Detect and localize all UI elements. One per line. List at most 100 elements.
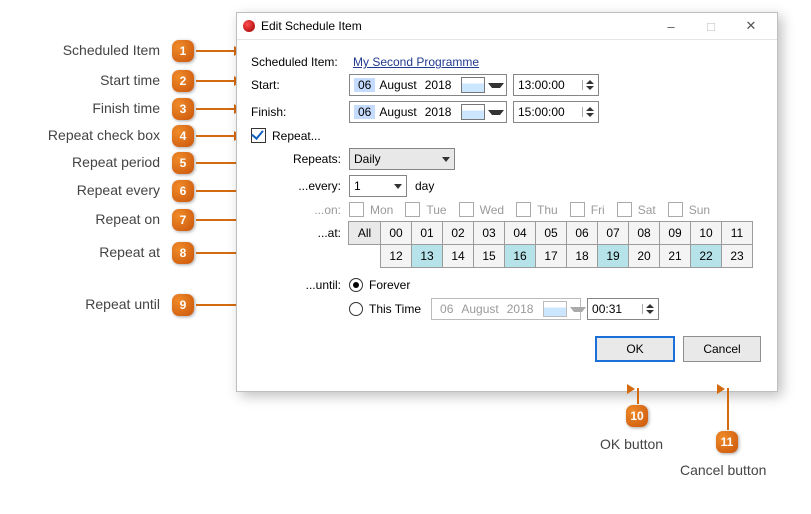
every-label: ...every: (277, 179, 349, 193)
hour-06[interactable]: 06 (566, 221, 598, 245)
callout-finish-time: Finish time (0, 100, 160, 116)
titlebar: Edit Schedule Item – □ ✕ (237, 13, 777, 40)
hour-18[interactable]: 18 (566, 244, 598, 268)
mon-checkbox (349, 202, 364, 217)
hour-02[interactable]: 02 (442, 221, 474, 245)
calendar-icon[interactable] (461, 77, 485, 93)
every-unit: day (415, 179, 434, 193)
cancel-button[interactable]: Cancel (683, 336, 761, 362)
every-select[interactable]: 1 (349, 175, 407, 197)
badge-2: 2 (172, 70, 194, 92)
finish-month[interactable]: August (375, 105, 420, 119)
start-month[interactable]: August (375, 78, 420, 92)
chevron-down-icon[interactable] (488, 110, 504, 115)
wed-label: Wed (480, 203, 504, 217)
start-year[interactable]: 2018 (421, 78, 456, 92)
hour-10[interactable]: 10 (690, 221, 722, 245)
chevron-down-icon[interactable] (394, 184, 402, 189)
callout-start-time: Start time (0, 72, 160, 88)
mon-label: Mon (370, 203, 393, 217)
hour-00[interactable]: 00 (380, 221, 412, 245)
scheduled-item-link[interactable]: My Second Programme (353, 55, 479, 69)
finish-time-spinner[interactable] (582, 107, 594, 117)
fri-label: Fri (591, 203, 605, 217)
callout-repeat-on: Repeat on (0, 211, 160, 227)
badge-4: 4 (172, 125, 194, 147)
tue-label: Tue (426, 203, 446, 217)
until-forever-label: Forever (369, 278, 410, 292)
callout-repeat-until: Repeat until (0, 296, 160, 312)
calendar-icon (543, 301, 567, 317)
until-time-field[interactable]: 00:31 (587, 298, 659, 320)
wed-checkbox (459, 202, 474, 217)
start-time-spinner[interactable] (582, 80, 594, 90)
hour-22[interactable]: 22 (690, 244, 722, 268)
days-of-week: Mon Tue Wed Thu Fri Sat Sun (349, 202, 710, 217)
thu-label: Thu (537, 203, 558, 217)
hour-05[interactable]: 05 (535, 221, 567, 245)
minimize-button[interactable]: – (651, 14, 691, 38)
hour-09[interactable]: 09 (659, 221, 691, 245)
repeats-select[interactable]: Daily (349, 148, 455, 170)
until-forever-radio[interactable] (349, 278, 363, 292)
finish-time-field[interactable]: 15:00:00 (513, 101, 599, 123)
callout-repeat-period: Repeat period (0, 154, 160, 170)
hour-14[interactable]: 14 (442, 244, 474, 268)
badge-11: 11 (716, 431, 738, 453)
until-time-value: 00:31 (592, 302, 622, 316)
badge-10: 10 (626, 405, 648, 427)
finish-label: Finish: (251, 105, 349, 119)
start-time-field[interactable]: 13:00:00 (513, 74, 599, 96)
scheduled-item-label: Scheduled Item: (251, 55, 349, 69)
sun-checkbox (668, 202, 683, 217)
hour-07[interactable]: 07 (597, 221, 629, 245)
sat-label: Sat (638, 203, 656, 217)
hour-16[interactable]: 16 (504, 244, 536, 268)
hour-15[interactable]: 15 (473, 244, 505, 268)
on-label: ...on: (277, 203, 349, 217)
callout-ok-button: OK button (600, 436, 663, 452)
until-date-picker[interactable]: 06 August 2018 (431, 298, 581, 320)
close-button[interactable]: ✕ (731, 14, 771, 38)
hours-all-button[interactable]: All (348, 221, 381, 245)
until-day: 06 (436, 302, 457, 316)
hour-21[interactable]: 21 (659, 244, 691, 268)
start-day[interactable]: 06 (354, 78, 375, 92)
callout-cancel-button: Cancel button (680, 462, 766, 478)
hour-17[interactable]: 17 (535, 244, 567, 268)
hour-19[interactable]: 19 (597, 244, 629, 268)
start-time-value[interactable]: 13:00:00 (518, 78, 565, 92)
maximize-button[interactable]: □ (691, 14, 731, 38)
hour-11[interactable]: 11 (721, 221, 753, 245)
repeat-checkbox[interactable] (251, 128, 266, 143)
finish-year[interactable]: 2018 (421, 105, 456, 119)
hour-08[interactable]: 08 (628, 221, 660, 245)
repeats-label: Repeats: (277, 152, 349, 166)
repeat-label: Repeat... (272, 129, 321, 143)
until-thistime-radio[interactable] (349, 302, 363, 316)
until-thistime-label: This Time (369, 302, 421, 316)
chevron-down-icon[interactable] (488, 83, 504, 88)
hour-01[interactable]: 01 (411, 221, 443, 245)
hour-04[interactable]: 04 (504, 221, 536, 245)
finish-date-picker[interactable]: 06 August 2018 (349, 101, 507, 123)
badge-8: 8 (172, 242, 194, 264)
finish-time-value[interactable]: 15:00:00 (518, 105, 565, 119)
hour-03[interactable]: 03 (473, 221, 505, 245)
badge-5: 5 (172, 152, 194, 174)
hour-23[interactable]: 23 (721, 244, 753, 268)
chevron-down-icon (570, 307, 586, 312)
calendar-icon[interactable] (461, 104, 485, 120)
repeats-value: Daily (354, 152, 381, 166)
hour-20[interactable]: 20 (628, 244, 660, 268)
until-time-spinner[interactable] (642, 304, 654, 314)
hour-12[interactable]: 12 (380, 244, 412, 268)
hour-13[interactable]: 13 (411, 244, 443, 268)
ok-button[interactable]: OK (595, 336, 675, 362)
finish-day[interactable]: 06 (354, 105, 375, 119)
chevron-down-icon[interactable] (442, 157, 450, 162)
start-date-picker[interactable]: 06 August 2018 (349, 74, 507, 96)
edit-schedule-window: Edit Schedule Item – □ ✕ Scheduled Item:… (236, 12, 778, 392)
callout-repeat-at: Repeat at (0, 244, 160, 260)
until-label: ...until: (277, 278, 349, 292)
